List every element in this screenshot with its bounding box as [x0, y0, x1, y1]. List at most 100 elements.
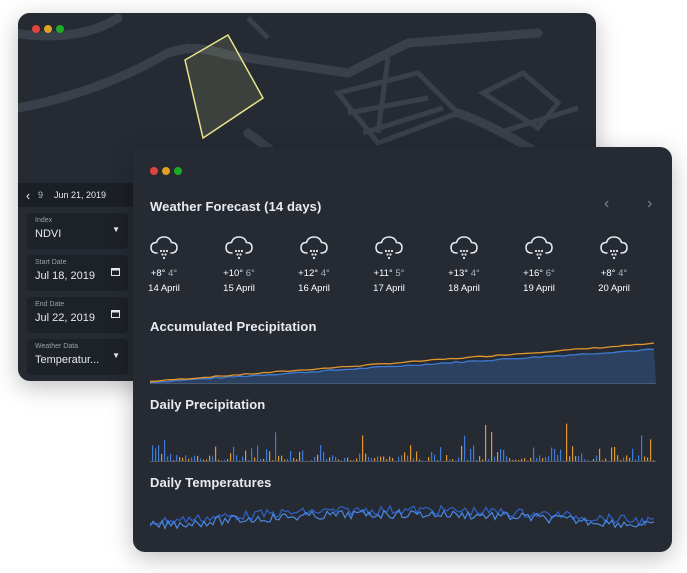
forecast-day: +16° 6° 19 April — [514, 235, 564, 294]
precipitation-bar — [164, 439, 166, 461]
precipitation-bar — [299, 451, 301, 461]
close-button[interactable] — [32, 25, 40, 33]
start-date-label: Start Date — [35, 259, 67, 266]
precipitation-bar — [215, 446, 217, 461]
precipitation-bar — [362, 435, 364, 461]
temperature-range: +16° 6° — [514, 268, 564, 279]
precipitation-bar — [575, 456, 577, 461]
precipitation-bar — [374, 458, 376, 461]
precipitation-bar — [326, 459, 328, 461]
forecast-prev-button[interactable]: ‹ — [604, 195, 609, 213]
temperature-range: +13° 4° — [439, 268, 489, 279]
precipitation-bar — [176, 455, 178, 461]
precipitation-bar — [404, 452, 406, 461]
temp-low: 4° — [320, 268, 330, 279]
temp-high: +10° — [223, 268, 244, 279]
precipitation-bar — [284, 459, 286, 461]
index-label: Index — [35, 217, 53, 224]
start-date-field[interactable]: Start Date Jul 18, 2019 — [27, 255, 128, 291]
precipitation-bar — [617, 455, 619, 461]
end-date-field[interactable]: End Date Jul 22, 2019 — [27, 297, 128, 333]
precipitation-bar — [212, 456, 214, 461]
precipitation-bar — [479, 456, 481, 461]
temp-high: +8° — [600, 268, 616, 279]
temp-low: 6° — [245, 268, 255, 279]
precipitation-bar — [359, 453, 361, 461]
minimize-button[interactable] — [44, 25, 52, 33]
precipitation-bar — [551, 447, 553, 461]
window-controls — [32, 25, 64, 33]
precipitation-bar — [467, 460, 469, 461]
precipitation-bar — [419, 459, 421, 461]
weather-data-select[interactable]: Weather Data Temperatur... ▼ — [27, 339, 128, 375]
precipitation-bar — [407, 455, 409, 461]
temp-high: +8° — [150, 268, 166, 279]
precipitation-bar — [500, 448, 502, 461]
precipitation-bar — [200, 458, 202, 461]
precipitation-bar — [626, 455, 628, 461]
precipitation-bar — [344, 457, 346, 461]
weather-data-label: Weather Data — [35, 343, 79, 350]
precipitation-bar — [272, 460, 274, 461]
caret-down-icon: ▼ — [112, 225, 120, 234]
forecast-title: Weather Forecast (14 days) — [150, 199, 322, 214]
precipitation-bar — [494, 456, 496, 461]
precipitation-bar — [524, 458, 526, 461]
forecast-day: +13° 4° 18 April — [439, 235, 489, 294]
precipitation-bar — [620, 459, 622, 461]
precipitation-bar — [485, 424, 487, 461]
daily-temperatures-chart — [150, 504, 655, 531]
precipitation-bar — [602, 460, 604, 461]
maximize-button[interactable] — [174, 167, 182, 175]
precipitation-bar — [611, 447, 613, 461]
precipitation-bar — [584, 459, 586, 461]
precipitation-bar — [278, 455, 280, 461]
temp-high: +11° — [373, 268, 393, 279]
index-select[interactable]: Index NDVI ▼ — [27, 213, 128, 249]
date-fragment[interactable]: 9 — [38, 190, 54, 200]
precipitation-bar — [506, 456, 508, 461]
precipitation-bar — [365, 453, 367, 461]
precipitation-bar — [416, 451, 418, 461]
precipitation-bar — [350, 460, 352, 461]
precipitation-bar — [152, 445, 154, 461]
precipitation-bar — [323, 451, 325, 461]
precipitation-bar — [473, 445, 475, 461]
maximize-button[interactable] — [56, 25, 64, 33]
precipitation-bar — [227, 458, 229, 461]
precipitation-bar — [335, 456, 337, 461]
precipitation-bar — [455, 460, 457, 461]
precipitation-bar — [569, 456, 571, 461]
date-label[interactable]: Jun 21, 2019 — [54, 190, 106, 200]
precipitation-bar — [191, 457, 193, 461]
calendar-icon[interactable] — [111, 267, 120, 278]
temp-low: 5° — [395, 268, 405, 279]
precipitation-bar — [311, 460, 313, 461]
precipitation-bar — [206, 459, 208, 461]
date-prev-button[interactable]: ‹ — [18, 188, 38, 203]
precipitation-bar — [251, 448, 253, 461]
precipitation-bar — [527, 460, 529, 461]
precipitation-bar — [449, 459, 451, 461]
forecast-date: 15 April — [223, 283, 255, 294]
temperature-range: +10° 6° — [214, 268, 264, 279]
temp-low: 4° — [168, 268, 178, 279]
precipitation-bar — [635, 459, 637, 461]
precipitation-bar — [503, 450, 505, 461]
minimize-button[interactable] — [162, 167, 170, 175]
precipitation-bar — [593, 459, 595, 461]
temp-low: 6° — [545, 268, 555, 279]
forecast-date: 19 April — [523, 283, 555, 294]
precipitation-bar — [545, 457, 547, 461]
forecast-next-button[interactable]: › — [647, 195, 652, 213]
forecast-day: +12° 4° 16 April — [289, 235, 339, 294]
calendar-icon[interactable] — [111, 309, 120, 320]
precipitation-bar — [392, 458, 394, 461]
precipitation-bar — [242, 456, 244, 461]
precipitation-bar — [581, 453, 583, 461]
end-date-value: Jul 22, 2019 — [35, 312, 95, 324]
close-button[interactable] — [150, 167, 158, 175]
precipitation-bar — [578, 455, 580, 461]
precipitation-bar — [266, 449, 268, 461]
precipitation-bar — [296, 459, 298, 461]
